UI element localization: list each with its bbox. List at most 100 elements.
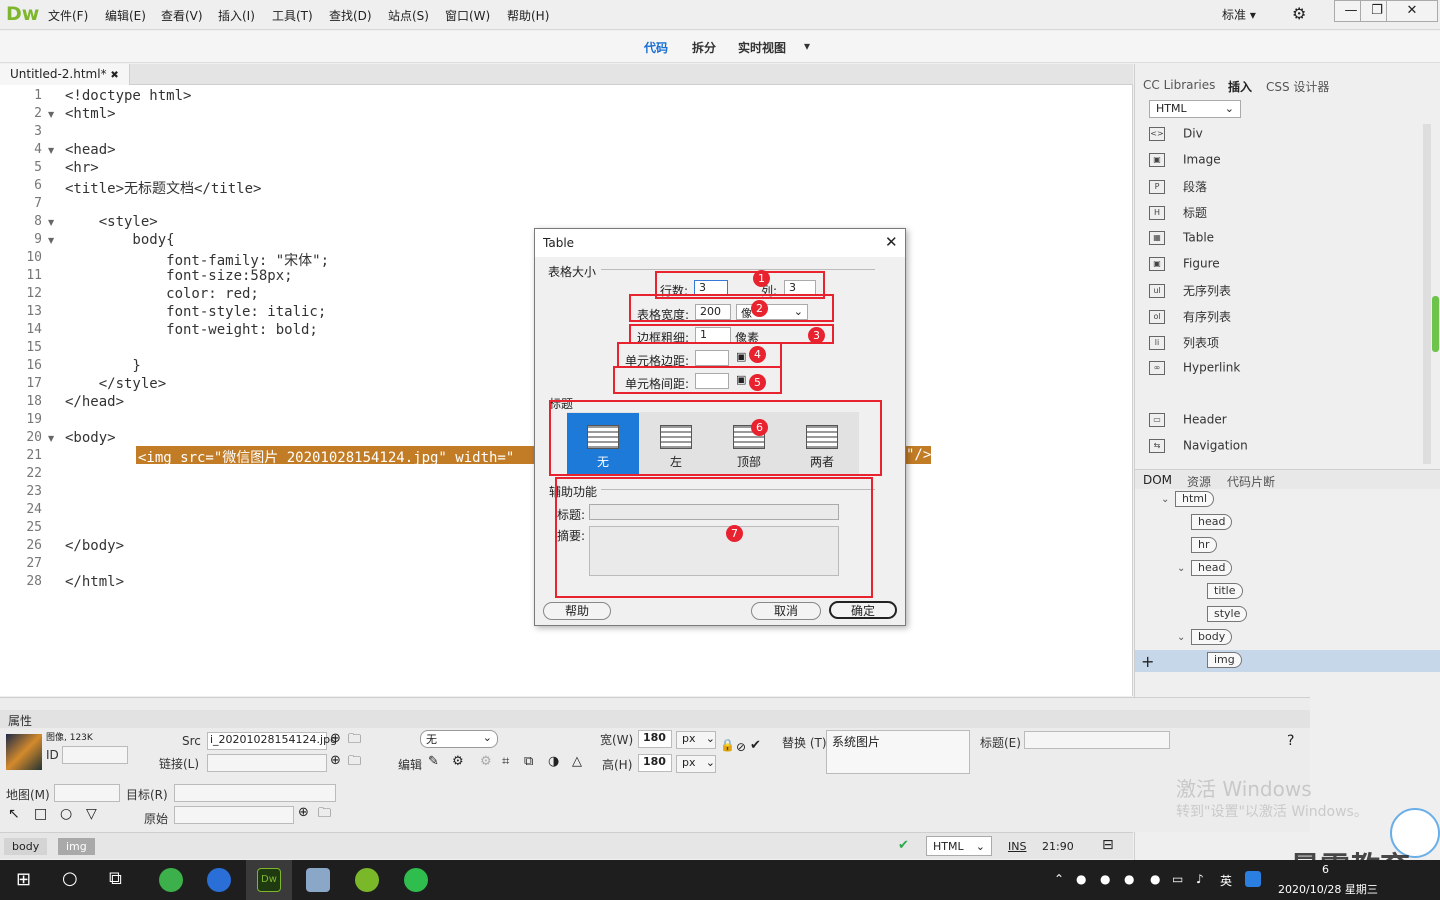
plus-icon[interactable]: + xyxy=(1141,652,1154,671)
src-input[interactable]: i_20201028154124.jpg xyxy=(207,732,337,750)
wps-icon[interactable] xyxy=(207,868,231,892)
photo-viewer-icon[interactable] xyxy=(306,868,330,892)
code-line[interactable]: <hr> xyxy=(65,160,99,176)
menu-view[interactable]: 查看(V) xyxy=(161,7,203,24)
close-icon[interactable]: ✖ xyxy=(110,70,118,81)
width-input[interactable]: 180 xyxy=(638,730,672,748)
menu-find[interactable]: 查找(D) xyxy=(329,7,372,24)
insert-item[interactable]: ▣ Image xyxy=(1149,152,1429,176)
wechat-tray-icon[interactable]: ● xyxy=(1076,872,1086,886)
chevron-down-icon[interactable]: ▾ xyxy=(804,39,810,53)
brightness-icon[interactable]: ◑ xyxy=(548,754,559,769)
code-line[interactable]: <!doctype html> xyxy=(65,88,191,104)
media-player-icon[interactable] xyxy=(355,868,379,892)
tab-cc-libraries[interactable]: CC Libraries xyxy=(1143,78,1215,92)
notification-icon[interactable]: ● xyxy=(1150,872,1160,886)
insert-item[interactable]: ▭ Header xyxy=(1149,412,1429,436)
chevron-down-icon[interactable]: ⌄ xyxy=(1177,632,1185,643)
qq-tray-icon-2[interactable]: ● xyxy=(1124,872,1134,886)
windows-start-icon[interactable]: ⊞ xyxy=(16,869,31,890)
dom-node-body[interactable]: body xyxy=(1191,629,1233,645)
insert-item[interactable]: <> Div xyxy=(1149,126,1429,150)
code-line[interactable]: font-weight: bold; xyxy=(65,322,318,338)
menu-window[interactable]: 窗口(W) xyxy=(445,7,490,24)
tab-css-designer[interactable]: CSS 设计器 xyxy=(1266,78,1329,95)
insert-item[interactable]: P 段落 xyxy=(1149,178,1429,202)
original-input[interactable] xyxy=(174,806,294,824)
sharpen-icon[interactable]: △ xyxy=(572,754,582,769)
insert-item[interactable]: ▦ Table xyxy=(1149,230,1429,254)
menu-tools[interactable]: 工具(T) xyxy=(272,7,313,24)
insert-item[interactable]: ▣ Figure xyxy=(1149,256,1429,280)
scroll-indicator[interactable] xyxy=(1432,296,1439,352)
code-line[interactable]: <head> xyxy=(65,142,116,158)
height-input[interactable]: 180 xyxy=(638,754,672,772)
ok-button[interactable]: 确定 xyxy=(829,601,897,619)
chevron-down-icon[interactable]: ⌄ xyxy=(1177,563,1185,574)
code-line[interactable]: font-family: "宋体"; xyxy=(65,250,329,270)
close-icon[interactable]: ✕ xyxy=(885,233,898,251)
insert-item[interactable]: li 列表项 xyxy=(1149,334,1429,358)
menu-help[interactable]: 帮助(H) xyxy=(507,7,549,24)
ime-indicator[interactable]: 英 xyxy=(1220,872,1232,889)
code-line[interactable]: <body> xyxy=(65,430,116,446)
fold-arrow-icon[interactable]: ▼ xyxy=(48,146,54,155)
link-input[interactable] xyxy=(207,754,327,772)
cancel-button[interactable]: 取消 xyxy=(751,602,821,620)
code-line[interactable]: </style> xyxy=(65,376,166,392)
dom-node-img[interactable]: img xyxy=(1207,652,1242,668)
tab-snippets[interactable]: 代码片断 xyxy=(1227,473,1275,490)
code-line[interactable]: <html> xyxy=(65,106,116,122)
rect-hotspot-icon[interactable]: □ xyxy=(34,806,47,822)
menu-edit[interactable]: 编辑(E) xyxy=(105,7,146,24)
workspace-select[interactable]: 标准 ▾ xyxy=(1222,6,1256,23)
fold-arrow-icon[interactable]: ▼ xyxy=(48,218,54,227)
window-size-icon[interactable]: ⊟ xyxy=(1102,837,1114,853)
dom-node-html[interactable]: html xyxy=(1175,491,1215,507)
title-input[interactable] xyxy=(1024,731,1170,749)
target-select[interactable] xyxy=(174,784,336,802)
folder-icon[interactable]: 🗀 xyxy=(348,730,361,752)
insert-item[interactable]: H 标题 xyxy=(1149,204,1429,228)
id-input[interactable] xyxy=(62,746,128,764)
split-view-button[interactable]: 拆分 xyxy=(692,39,716,56)
circle-hotspot-icon[interactable]: ○ xyxy=(60,806,72,822)
code-line[interactable]: color: red; xyxy=(65,286,259,302)
chevron-down-icon[interactable]: ⌄ xyxy=(1161,494,1169,505)
polygon-hotspot-icon[interactable]: ▽ xyxy=(86,806,97,822)
insert-item[interactable]: ol 有序列表 xyxy=(1149,308,1429,332)
code-view-button[interactable]: 代码 xyxy=(644,39,668,56)
tab-dom[interactable]: DOM xyxy=(1143,473,1172,487)
code-line[interactable]: font-style: italic; xyxy=(65,304,326,320)
browser-icon[interactable] xyxy=(159,868,183,892)
height-unit-select[interactable]: px ⌄ xyxy=(676,755,716,773)
code-line[interactable]: </html> xyxy=(65,574,124,590)
code-line[interactable]: body{ xyxy=(65,232,174,248)
close-button[interactable]: ✕ xyxy=(1386,0,1438,22)
class-select[interactable]: 无 ⌄ xyxy=(420,730,498,748)
fold-arrow-icon[interactable]: ▼ xyxy=(48,434,54,443)
settings-icon[interactable]: ⚙ xyxy=(452,754,464,769)
dom-node-hr[interactable]: hr xyxy=(1191,537,1217,553)
code-line[interactable]: <title>无标题文档</title> xyxy=(65,178,261,198)
insert-mode[interactable]: INS xyxy=(1008,840,1026,853)
code-line[interactable]: font-size:58px; xyxy=(65,268,292,284)
task-view-icon[interactable]: ⧉ xyxy=(109,868,122,889)
insert-item[interactable]: ∞ Hyperlink xyxy=(1149,360,1429,384)
network-icon[interactable]: ▭ xyxy=(1172,872,1183,886)
qq-tray-icon[interactable]: ● xyxy=(1100,872,1110,886)
help-icon[interactable]: ? xyxy=(1287,733,1294,749)
dom-node-title[interactable]: title xyxy=(1207,583,1243,599)
language-select[interactable]: HTML ⌄ xyxy=(926,836,992,856)
target-icon[interactable]: ⊕ xyxy=(330,753,341,768)
resample-icon[interactable]: ⧉ xyxy=(524,754,533,769)
code-line[interactable]: </body> xyxy=(65,538,124,554)
chevron-up-icon[interactable]: ⌃ xyxy=(1054,872,1064,886)
insert-item[interactable]: ul 无序列表 xyxy=(1149,282,1429,306)
insert-item[interactable]: ⇆ Navigation xyxy=(1149,438,1429,462)
menu-insert[interactable]: 插入(I) xyxy=(218,7,255,24)
code-line[interactable]: </head> xyxy=(65,394,124,410)
qq-app-icon[interactable] xyxy=(1245,871,1261,887)
tab-insert[interactable]: 插入 xyxy=(1228,78,1252,95)
dom-node-style[interactable]: style xyxy=(1207,606,1248,622)
